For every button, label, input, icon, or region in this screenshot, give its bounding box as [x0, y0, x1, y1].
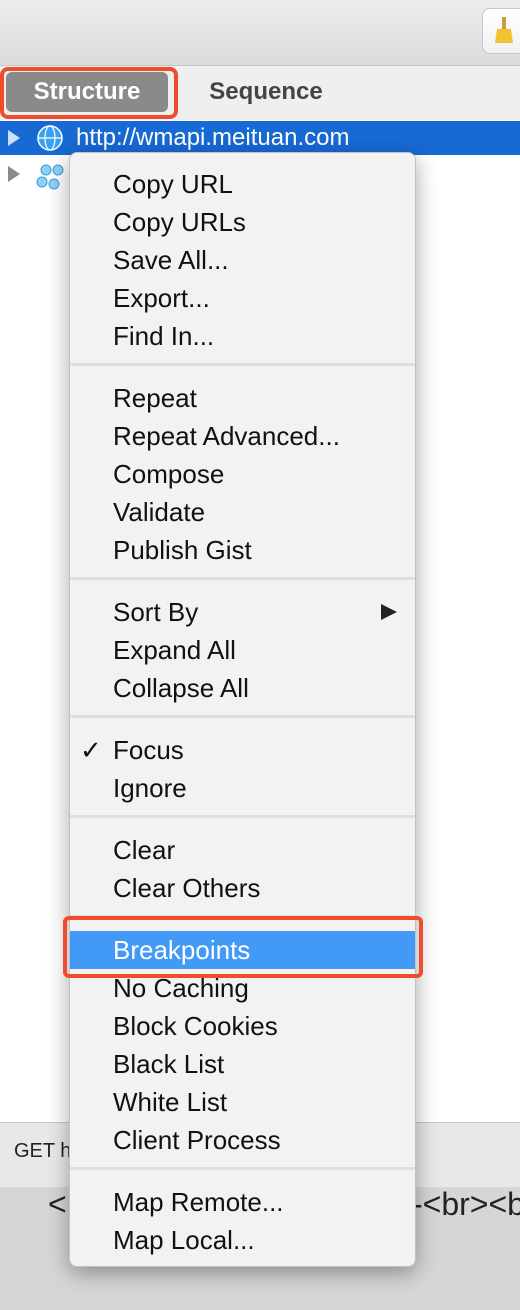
- request-line: GET h: [14, 1140, 72, 1162]
- menu-item-expand-all[interactable]: Expand All: [70, 631, 415, 669]
- checkmark-icon: ✓: [80, 735, 102, 765]
- menu-separator: [70, 1167, 415, 1170]
- response-body-left: <: [48, 1186, 67, 1222]
- menu-item-ignore[interactable]: Ignore: [70, 769, 415, 807]
- cluster-icon: [36, 164, 64, 190]
- menu-item-map-local[interactable]: Map Local...: [70, 1221, 415, 1259]
- context-menu: Copy URL Copy URLs Save All... Export...…: [69, 152, 416, 1267]
- clear-broom-button[interactable]: [482, 8, 520, 54]
- menu-item-black-list[interactable]: Black List: [70, 1045, 415, 1083]
- menu-item-compose[interactable]: Compose: [70, 455, 415, 493]
- tab-sequence[interactable]: Sequence: [190, 72, 342, 112]
- menu-item-map-remote[interactable]: Map Remote...: [70, 1183, 415, 1221]
- toolbar: [0, 0, 520, 66]
- menu-item-repeat[interactable]: Repeat: [70, 379, 415, 417]
- menu-separator: [70, 815, 415, 818]
- menu-item-focus[interactable]: ✓ Focus: [70, 731, 415, 769]
- menu-item-find-in[interactable]: Find In...: [70, 317, 415, 355]
- submenu-arrow-icon: [381, 604, 397, 620]
- menu-item-client-process[interactable]: Client Process: [70, 1121, 415, 1159]
- host-label: http://wmapi.meituan.com: [76, 124, 350, 151]
- menu-separator: [70, 363, 415, 366]
- menu-separator: [70, 577, 415, 580]
- menu-item-clear[interactable]: Clear: [70, 831, 415, 869]
- menu-item-copy-url[interactable]: Copy URL: [70, 165, 415, 203]
- broom-icon: [495, 17, 513, 43]
- structure-tab-annotation: [0, 67, 178, 119]
- menu-item-save-all[interactable]: Save All...: [70, 241, 415, 279]
- menu-item-sort-by[interactable]: Sort By: [70, 593, 415, 631]
- disclosure-arrow-icon[interactable]: [8, 166, 20, 182]
- menu-item-white-list[interactable]: White List: [70, 1083, 415, 1121]
- globe-icon: [37, 125, 63, 151]
- breakpoints-annotation: [63, 916, 423, 978]
- tree-row-selected-host[interactable]: http://wmapi.meituan.com: [0, 121, 520, 155]
- menu-item-repeat-advanced[interactable]: Repeat Advanced...: [70, 417, 415, 455]
- response-body-right: -<br><b: [412, 1186, 520, 1222]
- menu-item-block-cookies[interactable]: Block Cookies: [70, 1007, 415, 1045]
- disclosure-arrow-icon[interactable]: [8, 130, 20, 146]
- menu-item-publish-gist[interactable]: Publish Gist: [70, 531, 415, 569]
- menu-item-export[interactable]: Export...: [70, 279, 415, 317]
- menu-item-collapse-all[interactable]: Collapse All: [70, 669, 415, 707]
- menu-item-validate[interactable]: Validate: [70, 493, 415, 531]
- menu-separator: [70, 715, 415, 718]
- menu-item-clear-others[interactable]: Clear Others: [70, 869, 415, 907]
- menu-item-copy-urls[interactable]: Copy URLs: [70, 203, 415, 241]
